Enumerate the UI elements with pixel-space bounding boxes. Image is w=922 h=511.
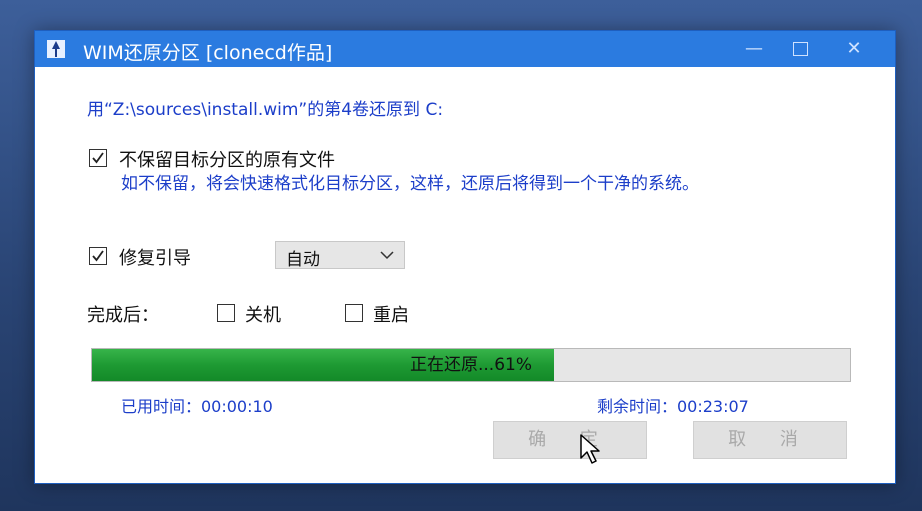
maximize-icon[interactable]	[777, 31, 823, 67]
restore-source-text: 用“Z:\sources\install.wim”的第4卷还原到 C:	[87, 100, 444, 120]
no-keep-checkbox[interactable]	[89, 149, 107, 167]
mouse-cursor-icon	[580, 434, 600, 464]
no-keep-description: 如不保留，将会快速格式化目标分区，这样，还原后将得到一个干净的系统。	[121, 174, 699, 194]
app-icon	[47, 40, 65, 58]
close-icon[interactable]: ✕	[831, 31, 877, 67]
remaining-time: 剩余时间：00:23:07	[597, 397, 749, 416]
after-done-label: 完成后：	[87, 305, 159, 326]
shutdown-label: 关机	[245, 305, 281, 326]
ok-button[interactable]: 确 定	[493, 421, 647, 459]
shutdown-checkbox[interactable]	[217, 304, 235, 322]
chevron-down-icon	[380, 251, 394, 260]
cancel-button[interactable]: 取 消	[693, 421, 847, 459]
restart-label: 重启	[373, 305, 409, 326]
restart-checkbox[interactable]	[345, 304, 363, 322]
elapsed-time: 已用时间：00:00:10	[121, 397, 273, 416]
repair-boot-checkbox[interactable]	[89, 247, 107, 265]
restore-progress-bar: 正在还原...61%	[91, 348, 851, 382]
checkmark-icon	[92, 152, 104, 164]
minimize-icon[interactable]: —	[731, 31, 777, 67]
progress-text: 正在还原...61%	[410, 355, 532, 375]
boot-mode-select[interactable]: 自动	[275, 241, 405, 270]
boot-mode-value: 自动	[286, 250, 320, 270]
title-bar[interactable]: WIM还原分区 [clonecd作品] — ✕	[35, 31, 895, 67]
repair-boot-label: 修复引导	[119, 248, 191, 269]
window-title: WIM还原分区 [clonecd作品]	[83, 42, 333, 64]
checkmark-icon	[92, 250, 104, 262]
wim-restore-dialog: WIM还原分区 [clonecd作品] — ✕ 用“Z:\sources\ins…	[34, 30, 896, 484]
no-keep-label: 不保留目标分区的原有文件	[119, 150, 335, 171]
